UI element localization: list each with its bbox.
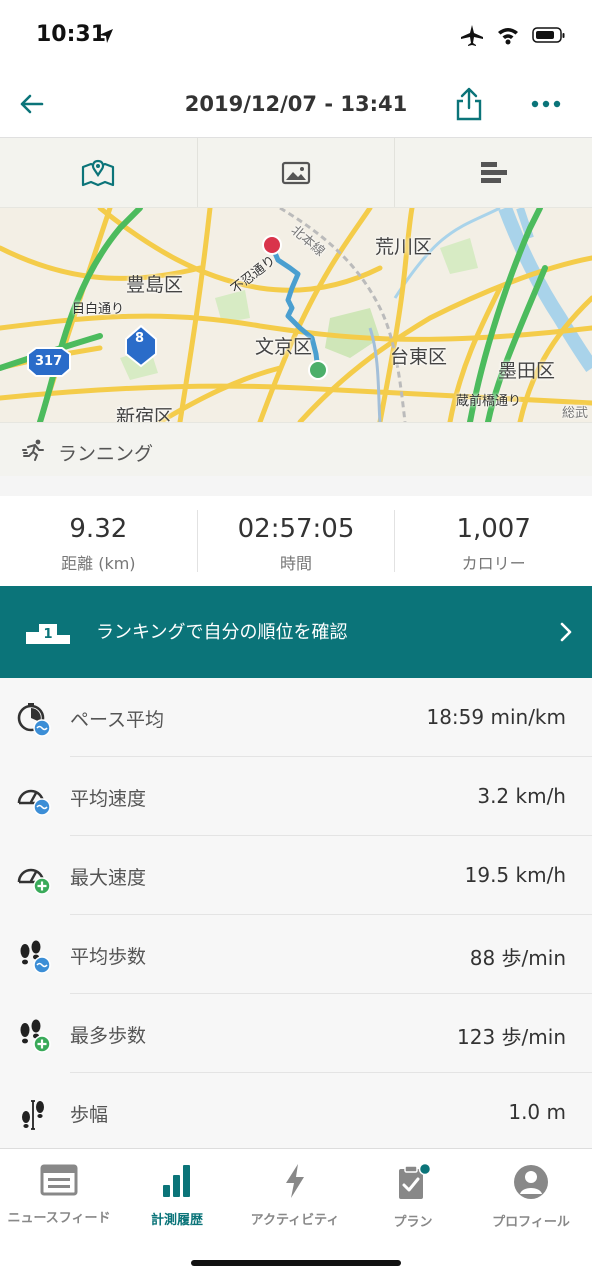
tab-newsfeed[interactable]: ニュースフィード — [0, 1163, 118, 1226]
metric-value: 18:59 min/km — [426, 705, 566, 729]
speed-avg-icon — [17, 789, 51, 816]
tab-label: プラン — [393, 1215, 433, 1230]
route-317-label: 317 — [35, 354, 63, 369]
activity-type-bar: ランニング — [0, 422, 592, 476]
metric-row-speed-max: 最大速度 19.5 km/h — [0, 836, 592, 915]
chevron-right-icon — [560, 622, 572, 642]
header: 2019/12/07 - 13:41 — [0, 70, 592, 138]
tab-stats[interactable] — [395, 138, 592, 207]
tab-history[interactable]: 計測履歴 — [118, 1163, 236, 1228]
metrics-list: ペース平均 18:59 min/km 平均速度 3.2 km/h 最大速度 19… — [0, 678, 592, 1152]
metric-row-cadence-avg: 平均歩数 88 歩/min — [0, 915, 592, 994]
metric-row-speed-avg: 平均速度 3.2 km/h — [0, 757, 592, 836]
map-icon — [82, 159, 115, 186]
summary-duration: 02:57:05 時間 — [198, 510, 396, 573]
profile-icon — [514, 1165, 548, 1199]
metric-row-stride: 歩幅 1.0 m — [0, 1073, 592, 1152]
ranking-banner[interactable]: 1 ランキングで自分の順位を確認 — [0, 586, 592, 678]
airplane-icon — [461, 25, 483, 46]
metric-row-pace-avg: ペース平均 18:59 min/km — [0, 678, 592, 757]
map-label-sumida: 墨田区 — [498, 360, 556, 382]
more-options-icon[interactable] — [530, 92, 562, 116]
metric-label: ペース平均 — [70, 709, 165, 731]
map-label-sobu: 総武 — [562, 406, 589, 421]
page-title: 2019/12/07 - 13:41 — [184, 92, 408, 116]
pace-avg-icon — [17, 703, 51, 737]
map-label-toshima: 豊島区 — [126, 274, 184, 296]
ranking-text: ランキングで自分の順位を確認 — [96, 622, 348, 643]
map-label-bunkyo: 文京区 — [255, 336, 313, 358]
wifi-icon — [498, 28, 518, 45]
home-indicator — [191, 1260, 401, 1266]
newsfeed-icon — [40, 1164, 78, 1196]
activity-type-label: ランニング — [58, 443, 154, 465]
metric-value: 3.2 km/h — [477, 784, 566, 808]
calories-label: カロリー — [461, 554, 526, 573]
duration-value: 02:57:05 — [237, 514, 355, 544]
tab-photos[interactable] — [198, 138, 396, 207]
summary-distance: 9.32 距離 (km) — [0, 510, 198, 573]
metric-label: 平均歩数 — [70, 946, 147, 968]
tab-label: ニュースフィード — [7, 1211, 111, 1226]
distance-label: 距離 (km) — [61, 554, 136, 573]
tab-label: 計測履歴 — [150, 1213, 203, 1228]
plan-clipboard-icon — [399, 1162, 432, 1199]
running-icon — [22, 439, 44, 461]
map-label-arakawa: 荒川区 — [375, 236, 433, 258]
metric-value: 123 歩/min — [457, 1025, 566, 1049]
tab-activity[interactable]: アクティビティ — [236, 1163, 354, 1228]
tab-label: アクティビティ — [250, 1213, 340, 1228]
metric-row-cadence-max: 最多歩数 123 歩/min — [0, 994, 592, 1073]
cadence-avg-icon — [20, 940, 51, 974]
cadence-max-icon — [20, 1019, 51, 1053]
tab-label: プロフィール — [492, 1215, 570, 1230]
tab-map[interactable] — [0, 138, 198, 207]
metric-value: 1.0 m — [508, 1100, 566, 1124]
metric-value: 19.5 km/h — [464, 863, 566, 887]
summary-calories: 1,007 カロリー — [395, 510, 592, 573]
status-icons — [460, 24, 566, 46]
podium-rank-text: 1 — [43, 627, 52, 642]
map-label-kuramae: 蔵前橋通り — [456, 394, 522, 409]
metric-label: 最多歩数 — [70, 1025, 147, 1047]
route-8-label: 8 — [135, 331, 145, 346]
view-tabs — [0, 138, 592, 208]
stats-bars-icon — [480, 161, 507, 183]
battery-icon — [532, 27, 565, 43]
tab-profile[interactable]: プロフィール — [472, 1163, 590, 1230]
calories-value: 1,007 — [456, 514, 531, 544]
photo-icon — [281, 161, 311, 184]
map-label-shinjuku: 新宿区 — [116, 406, 174, 422]
metric-label: 最大速度 — [70, 867, 147, 889]
route-map[interactable]: 荒川区 豊島区 目白通り 不忍通り 北本線 文京区 台東区 墨田区 新宿区 蔵前… — [0, 208, 592, 422]
map-label-taito: 台東区 — [390, 346, 448, 368]
summary-stats: 9.32 距離 (km) 02:57:05 時間 1,007 カロリー — [0, 496, 592, 586]
metric-value: 88 歩/min — [469, 946, 566, 970]
activity-bolt-icon — [286, 1164, 304, 1198]
duration-label: 時間 — [280, 554, 313, 573]
plan-badge — [418, 1162, 432, 1176]
metric-label: 平均速度 — [70, 788, 147, 810]
share-icon[interactable] — [452, 86, 486, 122]
route-start-marker — [308, 360, 328, 380]
distance-value: 9.32 — [69, 514, 128, 544]
status-bar: 10:31 — [0, 0, 592, 70]
metric-label: 歩幅 — [70, 1104, 109, 1126]
status-time: 10:31 — [36, 22, 107, 47]
podium-icon: 1 — [26, 624, 70, 644]
location-arrow-icon — [99, 29, 113, 43]
map-label-mejiro: 目白通り — [72, 302, 125, 317]
speed-max-icon — [17, 868, 51, 895]
stride-icon — [22, 1100, 44, 1130]
tab-plan[interactable]: プラン — [354, 1162, 472, 1230]
history-icon — [163, 1165, 190, 1197]
